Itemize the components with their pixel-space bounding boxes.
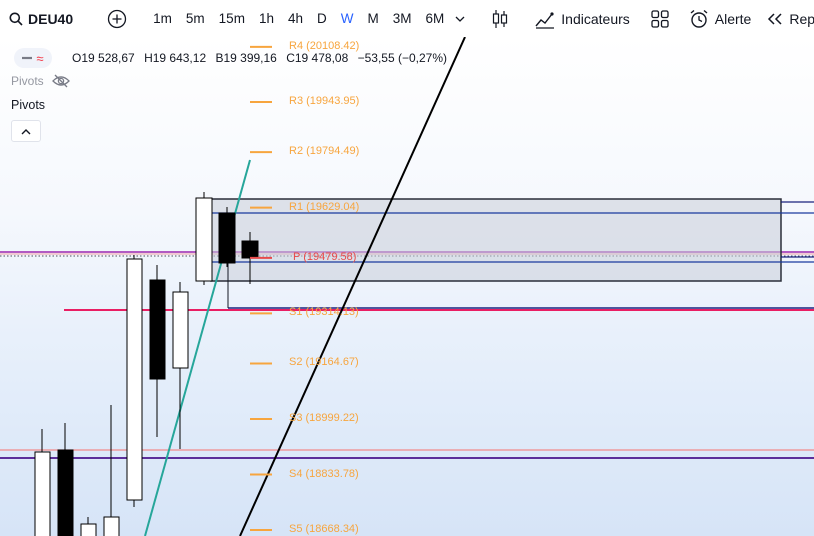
ohlc-values: O19 528,67 H19 643,12 B19 399,16 C19 478… xyxy=(72,51,453,65)
legend-low: B19 399,16 xyxy=(215,51,277,65)
symbol-search[interactable]: DEU40 xyxy=(0,0,73,37)
rewind-icon xyxy=(768,12,782,25)
candle-up[interactable] xyxy=(195,197,213,282)
search-icon xyxy=(9,12,23,26)
intervals-dropdown[interactable] xyxy=(451,0,469,37)
compare-button[interactable] xyxy=(107,0,127,37)
pivots-indicator-row[interactable]: Pivots xyxy=(11,74,70,88)
pivot-label: R3 (19943.95) xyxy=(289,95,360,107)
top-toolbar: DEU40 1m 5m 15m 1h 4h D W M 3M 6M Indica… xyxy=(0,0,814,37)
legend-toggle[interactable]: ≈ xyxy=(14,48,52,68)
candle-down[interactable] xyxy=(149,279,166,380)
plus-circle-icon xyxy=(107,9,127,28)
chart-pane[interactable]: R4 (20108.42) R3 (19943.95) R2 (19794.49) R… xyxy=(0,37,814,536)
layouts-button[interactable] xyxy=(651,0,669,37)
pivot-label: S5 (18668.34) xyxy=(289,523,359,536)
replay-button[interactable]: Replay xyxy=(767,0,814,37)
legend-change: −53,55 (−0,27%) xyxy=(357,51,448,65)
chart-canvas[interactable] xyxy=(0,37,814,536)
candle-up[interactable] xyxy=(80,523,97,536)
symbol-label: DEU40 xyxy=(28,10,74,27)
candle-down[interactable] xyxy=(241,240,259,259)
grid-icon xyxy=(651,9,669,28)
legend-high: H19 643,12 xyxy=(144,51,207,65)
trend-line-black[interactable] xyxy=(239,37,466,536)
interval-1h[interactable]: 1h xyxy=(252,0,281,37)
interval-d[interactable]: D xyxy=(310,0,334,37)
candle-up[interactable] xyxy=(172,291,189,369)
minus-icon xyxy=(22,56,33,60)
collapse-legend-button[interactable] xyxy=(11,120,41,142)
interval-6m[interactable]: 6M xyxy=(419,0,452,37)
eye-hidden-icon[interactable] xyxy=(51,74,70,88)
interval-w[interactable]: W xyxy=(334,0,361,37)
indicators-label: Indicateurs xyxy=(561,10,630,27)
alert-button[interactable]: Alerte xyxy=(689,0,752,37)
indicators-button[interactable]: Indicateurs xyxy=(531,0,633,37)
candle-up[interactable] xyxy=(126,258,143,501)
chevron-down-icon xyxy=(455,16,465,22)
legend-open: O19 528,67 xyxy=(72,51,135,65)
series-legend: ≈ O19 528,67 H19 643,12 B19 399,16 C19 4… xyxy=(14,48,453,68)
interval-5m[interactable]: 5m xyxy=(179,0,212,37)
chart-type-button[interactable] xyxy=(485,0,515,37)
interval-m[interactable]: M xyxy=(361,0,386,37)
alert-label: Alerte xyxy=(714,10,752,27)
pivot-label: R1 (19629.04) xyxy=(289,200,360,213)
chart-line-icon xyxy=(535,11,555,29)
candle-down[interactable] xyxy=(57,449,74,536)
alarm-clock-icon xyxy=(690,9,708,28)
candle-up[interactable] xyxy=(34,451,51,536)
candle-up[interactable] xyxy=(103,516,120,536)
pivot-label: P (19479.58) xyxy=(293,250,357,263)
interval-1m[interactable]: 1m xyxy=(146,0,179,37)
wave-icon: ≈ xyxy=(36,50,44,66)
candle-down[interactable] xyxy=(218,212,236,264)
pivot-label: S2 (19164.67) xyxy=(289,356,359,369)
pivot-label: S1 (19314.13) xyxy=(289,306,359,319)
legend-close: C19 478,08 xyxy=(286,51,349,65)
chevron-up-icon xyxy=(21,128,31,134)
candles xyxy=(34,192,259,536)
interval-4h[interactable]: 4h xyxy=(281,0,310,37)
interval-15m[interactable]: 15m xyxy=(212,0,252,37)
candles-icon xyxy=(493,9,508,28)
pivots-indicator-name: Pivots xyxy=(11,74,44,88)
interval-3m[interactable]: 3M xyxy=(386,0,419,37)
pivots-title: Pivots xyxy=(11,98,46,112)
pivot-label: S4 (18833.78) xyxy=(289,467,359,480)
replay-label: Replay xyxy=(789,10,814,27)
pivot-label: R2 (19794.49) xyxy=(289,145,360,158)
pivot-label: S3 (18999.22) xyxy=(289,412,359,424)
